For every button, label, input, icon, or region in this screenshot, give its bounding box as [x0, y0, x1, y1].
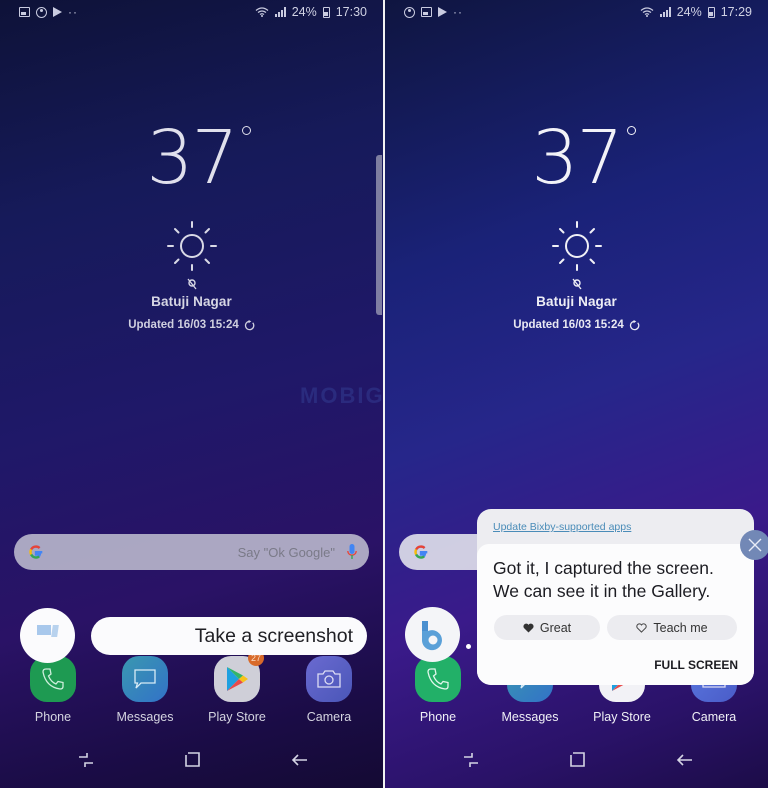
- refresh-icon[interactable]: [244, 319, 255, 331]
- weather-widget[interactable]: 37 Batuji Nagar Updated 16/03 15:24: [385, 118, 768, 333]
- account-icon: [36, 6, 47, 18]
- teach-me-label: Teach me: [653, 620, 708, 635]
- great-label: Great: [539, 620, 572, 635]
- degree-symbol: [626, 126, 636, 135]
- battery-icon: [707, 6, 715, 18]
- location-off-icon: [186, 278, 197, 290]
- google-logo-icon: [29, 545, 43, 559]
- camera-icon: [317, 670, 341, 688]
- battery-percent: 24%: [291, 5, 317, 19]
- assistant-bubble[interactable]: [20, 608, 75, 663]
- messages-icon: [134, 669, 156, 689]
- microphone-icon[interactable]: [347, 544, 357, 560]
- close-button[interactable]: [740, 530, 768, 560]
- phone-screen-right: ·· 24% 17:29 37 Batuji Nagar Updated 16/…: [385, 0, 768, 788]
- temperature: 37: [146, 115, 238, 201]
- temperature: 37: [531, 115, 623, 201]
- google-search-bar[interactable]: Say "Ok Google": [14, 534, 369, 570]
- sun-icon: [551, 221, 602, 271]
- signal-icon: [274, 7, 286, 17]
- bixby-message: Got it, I captured the screen. We can se…: [493, 558, 714, 601]
- weather-updated-time: Updated 16/03 15:24: [513, 319, 624, 331]
- recents-button[interactable]: [74, 748, 98, 772]
- app-label: Messages: [501, 710, 559, 724]
- full-screen-button[interactable]: FULL SCREEN: [654, 658, 738, 672]
- status-bar: ·· 24% 17:30: [0, 0, 383, 24]
- app-phone[interactable]: Phone: [18, 656, 88, 724]
- app-label: Play Store: [208, 710, 266, 724]
- image-icon: [19, 7, 30, 17]
- play-store-icon: [227, 667, 248, 691]
- battery-icon: [322, 6, 330, 18]
- bixby-listening-dot: [466, 644, 471, 649]
- app-dock: Phone Messages 27 Play Store Camera: [0, 650, 383, 726]
- bixby-button[interactable]: [405, 607, 460, 662]
- sun-icon: [166, 221, 217, 271]
- phone-screen-left: ·· 24% 17:30 37 Batuji Nagar Updated 16/…: [0, 0, 383, 788]
- wifi-icon: [255, 7, 269, 17]
- teach-me-button[interactable]: Teach me: [607, 615, 737, 640]
- status-bar: ·· 24% 17:29: [385, 0, 768, 24]
- app-label: Camera: [691, 710, 737, 724]
- account-icon: [404, 6, 415, 18]
- app-label: Camera: [306, 710, 352, 724]
- screenshot-icon: [36, 624, 59, 639]
- heart-outline-icon: [636, 622, 648, 633]
- weather-location: Batuji Nagar: [151, 294, 232, 309]
- weather-widget[interactable]: 37 Batuji Nagar Updated 16/03 15:24: [0, 118, 383, 333]
- degree-symbol: [241, 126, 251, 135]
- more-dots-icon: ··: [453, 5, 463, 19]
- phone-icon: [42, 668, 64, 690]
- more-dots-icon: ··: [68, 5, 78, 19]
- wifi-icon: [640, 7, 654, 17]
- app-label: Messages: [116, 710, 174, 724]
- app-messages[interactable]: Messages: [110, 656, 180, 724]
- weather-updated-time: Updated 16/03 15:24: [128, 319, 239, 331]
- navigation-bar: [385, 738, 768, 788]
- phone-icon: [427, 668, 449, 690]
- location-off-icon: [571, 278, 582, 290]
- app-label: Phone: [34, 710, 72, 724]
- image-icon: [421, 7, 432, 17]
- watermark: MOBIGYAAN: [300, 383, 383, 408]
- update-bixby-apps-link[interactable]: Update Bixby-supported apps: [493, 521, 631, 533]
- close-icon: [748, 538, 762, 552]
- signal-icon: [659, 7, 671, 17]
- navigation-bar: [0, 738, 383, 788]
- bixby-icon: [421, 620, 442, 650]
- search-placeholder: Say "Ok Google": [237, 544, 335, 560]
- app-camera[interactable]: Camera: [294, 656, 364, 724]
- back-button[interactable]: [288, 748, 312, 772]
- app-phone[interactable]: Phone: [403, 656, 473, 724]
- great-button[interactable]: Great: [494, 615, 600, 640]
- voice-command-pill: Take a screenshot: [91, 617, 367, 655]
- bixby-response-card: Update Bixby-supported apps Got it, I ca…: [477, 509, 768, 685]
- heart-filled-icon: [523, 623, 534, 633]
- home-button[interactable]: [566, 748, 590, 772]
- clock: 17:29: [720, 5, 752, 19]
- app-play-store[interactable]: 27 Play Store: [202, 650, 272, 724]
- home-button[interactable]: [181, 748, 205, 772]
- back-button[interactable]: [673, 748, 697, 772]
- clock: 17:30: [335, 5, 367, 19]
- battery-percent: 24%: [676, 5, 702, 19]
- app-label: Phone: [419, 710, 457, 724]
- play-icon: [53, 7, 62, 17]
- edge-panel-handle[interactable]: [376, 155, 382, 315]
- play-icon: [438, 7, 447, 17]
- google-logo-icon: [414, 545, 428, 559]
- recents-button[interactable]: [459, 748, 483, 772]
- refresh-icon[interactable]: [629, 319, 640, 331]
- weather-location: Batuji Nagar: [536, 294, 617, 309]
- app-label: Play Store: [593, 710, 651, 724]
